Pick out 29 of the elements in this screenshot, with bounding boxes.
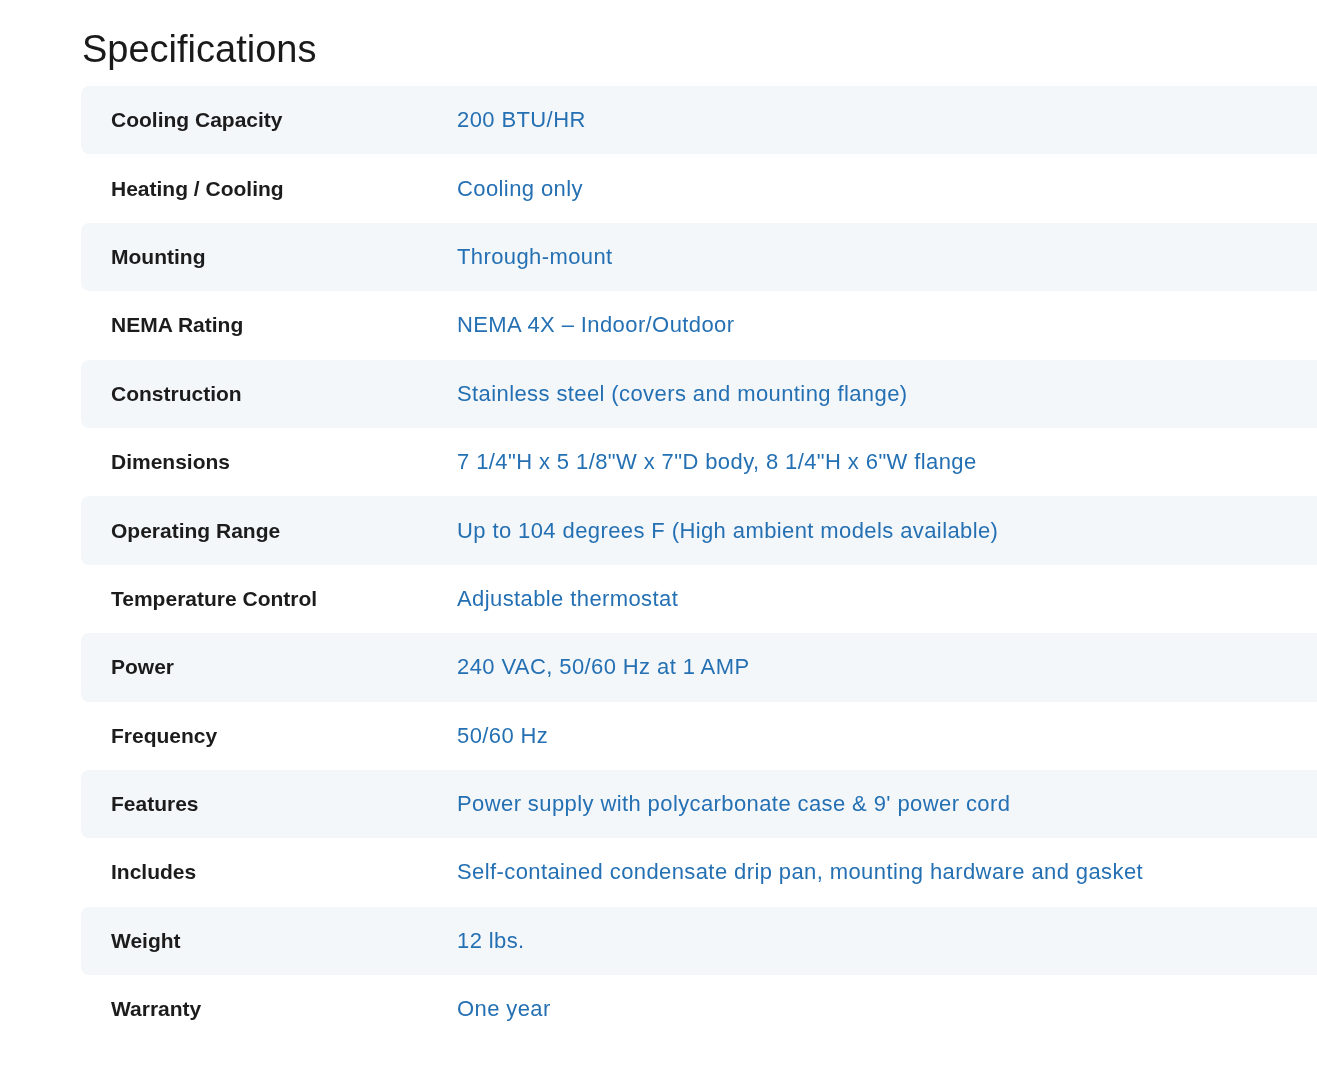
spec-label: Weight [110, 928, 182, 953]
spec-label: Temperature Control [110, 586, 319, 611]
spec-value: Stainless steel (covers and mounting flange) [457, 380, 908, 407]
spec-value: 7 1/4"H x 5 1/8"W x 7"D body, 8 1/4"H x 6"W flange [457, 449, 977, 476]
spec-value: Cooling only [457, 175, 583, 202]
spec-value: 12 lbs. [457, 927, 525, 954]
spec-label: Dimensions [110, 450, 232, 475]
spec-value: 240 VAC, 50/60 Hz at 1 AMP [457, 654, 750, 681]
spec-value: Self-contained condensate drip pan, mounting hardware and gasket [457, 859, 1144, 886]
spec-value: 200 BTU/HR [457, 107, 586, 134]
spec-label: NEMA Rating [110, 313, 245, 338]
spec-label: Power [110, 655, 176, 680]
spec-label: Operating Range [110, 518, 282, 543]
spec-value: 50/60 Hz [457, 722, 549, 749]
spec-label: Cooling Capacity [110, 108, 284, 133]
spec-value: Through-mount [457, 243, 613, 270]
spec-label: Includes [110, 860, 198, 885]
spec-label: Heating / Cooling [110, 176, 285, 201]
spec-value: Up to 104 degrees F (High ambient models available) [457, 517, 999, 544]
spec-label: Frequency [110, 723, 219, 748]
spec-value: Power supply with polycarbonate case & 9' power cord [457, 791, 1011, 818]
spec-value: One year [457, 996, 551, 1023]
spec-label: Warranty [110, 997, 203, 1022]
spec-label: Features [110, 792, 200, 817]
spec-label: Mounting [110, 244, 207, 269]
spec-value: NEMA 4X – Indoor/Outdoor [457, 312, 735, 339]
spec-value: Adjustable thermostat [457, 585, 679, 612]
spec-label: Construction [110, 381, 243, 406]
section-title: Specifications [82, 27, 318, 72]
